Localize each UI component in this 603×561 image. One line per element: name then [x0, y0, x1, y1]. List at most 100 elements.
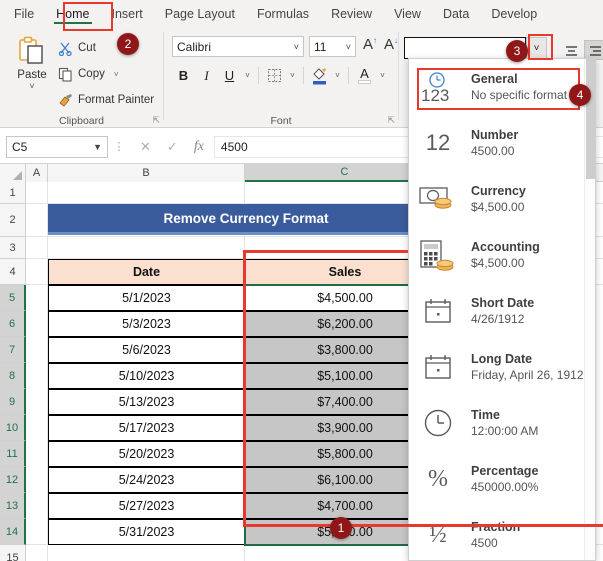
copy-chevron-down-icon[interactable]: ˅: [114, 70, 119, 79]
row-header-7[interactable]: 7: [0, 337, 26, 363]
table-row[interactable]: 5/17/2023: [48, 415, 245, 441]
sheet-title-cell[interactable]: Remove Currency Format: [48, 204, 444, 235]
align-right-button[interactable]: [584, 40, 603, 60]
row-header-10[interactable]: 10: [0, 415, 26, 441]
format-option-long-date[interactable]: Long Date Friday, April 26, 1912: [409, 339, 595, 395]
format-option-accounting[interactable]: Accounting $4,500.00: [409, 227, 595, 283]
font-name-chevron-down-icon[interactable]: ˅: [294, 42, 299, 52]
format-option-short-date[interactable]: Short Date 4/26/1912: [409, 283, 595, 339]
cell-sales: $4,500.00: [317, 291, 373, 305]
table-row[interactable]: 5/27/2023: [48, 493, 245, 519]
clipboard-dialog-launcher-icon[interactable]: ⇱: [152, 115, 160, 126]
row-header-9[interactable]: 9: [0, 389, 26, 415]
row-header-8[interactable]: 8: [0, 363, 26, 389]
increase-font-size-icon[interactable]: A↑: [363, 36, 377, 53]
tab-formulas[interactable]: Formulas: [246, 3, 320, 25]
currency-bill-coins-icon: [415, 179, 461, 219]
callout-4-number: 4: [576, 88, 584, 102]
row-header-14[interactable]: 14: [0, 519, 26, 545]
row-header-12[interactable]: 12: [0, 467, 26, 493]
format-option-currency[interactable]: Currency $4,500.00: [409, 171, 595, 227]
row-header-3[interactable]: 3: [0, 237, 26, 259]
tab-developer-label: Develop: [491, 7, 538, 21]
font-color-button[interactable]: A: [353, 64, 376, 87]
fraction-half-icon: ½: [429, 522, 447, 547]
column-header-a[interactable]: A: [26, 164, 48, 182]
table-row[interactable]: 5/1/2023: [48, 285, 245, 311]
header-cell-date[interactable]: Date: [48, 259, 245, 285]
format-option-fraction[interactable]: ½ Fraction 4500: [409, 507, 595, 560]
format-option-short-date-value: 4/26/1912: [471, 312, 525, 326]
copy-button[interactable]: Copy ˅: [58, 64, 119, 84]
row-13-label: 13: [5, 499, 19, 512]
font-size-chevron-down-icon[interactable]: ˅: [346, 42, 351, 52]
table-row[interactable]: 5/3/2023: [48, 311, 245, 337]
borders-chevron-down-icon[interactable]: ˅: [286, 64, 299, 87]
row-header-4[interactable]: 4: [0, 259, 26, 285]
tab-review[interactable]: Review: [320, 3, 383, 25]
paste-chevron-down-icon[interactable]: ˅: [8, 81, 56, 91]
insert-function-icon[interactable]: fx: [194, 139, 204, 155]
tab-view[interactable]: View: [383, 3, 432, 25]
table-row[interactable]: 5/10/2023: [48, 363, 245, 389]
name-box[interactable]: C5 ▼: [6, 135, 108, 158]
row-header-6[interactable]: 6: [0, 311, 26, 337]
table-row[interactable]: 5/13/2023: [48, 389, 245, 415]
row-header-11[interactable]: 11: [0, 441, 26, 467]
sheet-title-text: Remove Currency Format: [163, 210, 329, 226]
font-dialog-launcher-icon[interactable]: ⇱: [387, 115, 395, 126]
cancel-icon[interactable]: ✕: [140, 139, 151, 155]
column-header-b[interactable]: B: [48, 164, 245, 182]
format-option-general[interactable]: 123 General No specific format: [409, 59, 595, 115]
tab-page-layout[interactable]: Page Layout: [154, 3, 246, 25]
table-row[interactable]: 5/31/2023: [48, 519, 245, 545]
row-header-2[interactable]: 2: [0, 204, 26, 237]
tab-home[interactable]: Home: [45, 3, 100, 25]
name-box-chevron-down-icon[interactable]: ▼: [93, 142, 102, 152]
font-name-input[interactable]: Calibri ˅: [172, 36, 304, 57]
enter-checkmark-icon[interactable]: ✓: [167, 139, 178, 155]
callout-3: 3: [506, 40, 528, 62]
underline-button[interactable]: U: [218, 64, 241, 87]
font-color-chevron-down-icon[interactable]: ˅: [376, 64, 389, 87]
formula-bar-overflow-icon[interactable]: ⋮: [108, 140, 130, 153]
table-row[interactable]: 5/6/2023: [48, 337, 245, 363]
font-size-input[interactable]: 11 ˅: [309, 36, 356, 57]
paste-button[interactable]: Paste ˅: [8, 34, 56, 102]
align-center-button[interactable]: [560, 40, 582, 60]
format-option-percentage-name: Percentage: [471, 464, 539, 478]
table-row[interactable]: 5/20/2023: [48, 441, 245, 467]
tab-developer[interactable]: Develop: [480, 3, 548, 25]
format-option-number[interactable]: 12 Number 4500.00: [409, 115, 595, 171]
row-header-15[interactable]: 15: [0, 545, 26, 561]
number-format-dropdown-button[interactable]: ˅: [526, 37, 547, 59]
italic-label: I: [204, 67, 209, 83]
bold-button[interactable]: B: [172, 64, 195, 87]
format-option-time[interactable]: Time 12:00:00 AM: [409, 395, 595, 451]
underline-chevron-down-icon[interactable]: ˅: [241, 64, 254, 87]
fill-color-button[interactable]: [308, 64, 331, 87]
number-format-dropdown-menu[interactable]: 123 General No specific format 12 Number…: [408, 58, 596, 561]
row-header-13[interactable]: 13: [0, 493, 26, 519]
tab-file[interactable]: File: [0, 3, 45, 25]
tab-home-label: Home: [56, 7, 90, 21]
format-painter-button[interactable]: Format Painter: [58, 90, 154, 110]
row-header-5[interactable]: 5: [0, 285, 26, 311]
table-row[interactable]: 5/24/2023: [48, 467, 245, 493]
row-header-1[interactable]: 1: [0, 182, 26, 204]
cut-button[interactable]: Cut: [58, 38, 96, 58]
cell-sales: $3,900.00: [317, 421, 373, 435]
select-all-corner[interactable]: [0, 164, 26, 182]
tab-data[interactable]: Data: [432, 3, 480, 25]
italic-button[interactable]: I: [195, 64, 218, 87]
format-option-currency-name: Currency: [471, 184, 526, 198]
format-option-percentage[interactable]: % Percentage 450000.00%: [409, 451, 595, 507]
tab-active-underline: [54, 21, 92, 24]
fill-color-chevron-down-icon[interactable]: ˅: [331, 64, 344, 87]
decrease-font-size-icon[interactable]: A↓: [384, 36, 398, 53]
callout-1-number: 1: [337, 521, 345, 535]
dropdown-scrollbar-thumb[interactable]: [586, 59, 595, 179]
tab-insert[interactable]: Insert: [101, 3, 154, 25]
dropdown-scrollbar[interactable]: [584, 59, 595, 560]
borders-button[interactable]: [263, 64, 286, 87]
